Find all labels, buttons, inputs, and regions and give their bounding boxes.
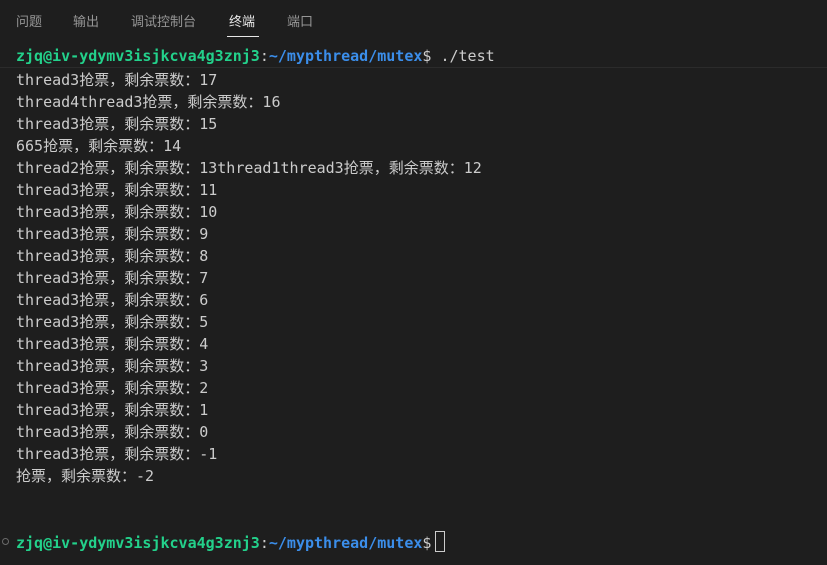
- output-line: thread3抢票，剩余票数：9: [16, 225, 209, 243]
- output-line: thread3抢票，剩余票数：3: [16, 357, 209, 375]
- terminal-cursor[interactable]: [435, 531, 446, 552]
- terminal-output[interactable]: zjq@iv-ydymv3isjkcva4g3znj3:~/mypthread/…: [0, 44, 827, 565]
- output-line: thread3抢票，剩余票数：15: [16, 115, 218, 133]
- prompt-line: zjq@iv-ydymv3isjkcva4g3znj3:~/mypthread/…: [16, 45, 495, 67]
- prompt-dollar: $: [422, 534, 432, 552]
- output-line: thread3抢票，剩余票数：17: [16, 71, 218, 89]
- output-line: 抢票，剩余票数：-2: [16, 467, 155, 485]
- output-line: thread4thread3抢票，剩余票数：16: [16, 93, 281, 111]
- prompt-colon: :: [259, 47, 269, 65]
- prompt-colon: :: [259, 534, 269, 552]
- output-line: thread3抢票，剩余票数：6: [16, 291, 209, 309]
- output-line: thread3抢票，剩余票数：1: [16, 401, 209, 419]
- output-line: thread3抢票，剩余票数：2: [16, 379, 209, 397]
- tab-ports[interactable]: 端口: [287, 14, 313, 32]
- tab-terminal[interactable]: 终端: [229, 14, 255, 32]
- prompt-user-host: zjq@iv-ydymv3isjkcva4g3znj3: [16, 534, 260, 552]
- prompt-path: ~/mypthread/mutex: [268, 534, 423, 552]
- panel-tab-bar: 问题 输出 调试控制台 终端 端口: [0, 0, 827, 40]
- command-decoration-icon[interactable]: [2, 538, 9, 545]
- output-line: thread3抢票，剩余票数：0: [16, 423, 209, 441]
- output-line: thread3抢票，剩余票数：4: [16, 335, 209, 353]
- output-line: thread3抢票，剩余票数：10: [16, 203, 218, 221]
- output-line: thread3抢票，剩余票数：5: [16, 313, 209, 331]
- terminal-panel: 问题 输出 调试控制台 终端 端口 zjq@iv-ydymv3isjkcva4g…: [0, 0, 827, 565]
- prompt-user-host: zjq@iv-ydymv3isjkcva4g3znj3: [16, 47, 260, 65]
- output-line: thread3抢票，剩余票数：11: [16, 181, 218, 199]
- prompt-path: ~/mypthread/mutex: [268, 47, 423, 65]
- output-line: 665抢票，剩余票数：14: [16, 137, 182, 155]
- tab-debug-console[interactable]: 调试控制台: [131, 14, 196, 32]
- tab-problems[interactable]: 问题: [16, 14, 42, 32]
- output-line: thread2抢票，剩余票数：13thread1thread3抢票，剩余票数：1…: [16, 159, 482, 177]
- output-line: thread3抢票，剩余票数：8: [16, 247, 209, 265]
- output-line: thread3抢票，剩余票数：-1: [16, 445, 218, 463]
- output-line: thread3抢票，剩余票数：7: [16, 269, 209, 287]
- prompt-line-current: zjq@iv-ydymv3isjkcva4g3znj3:~/mypthread/…: [16, 531, 446, 553]
- command-text: ./test: [431, 47, 495, 65]
- active-tab-indicator: [227, 36, 259, 37]
- tab-output[interactable]: 输出: [73, 14, 99, 32]
